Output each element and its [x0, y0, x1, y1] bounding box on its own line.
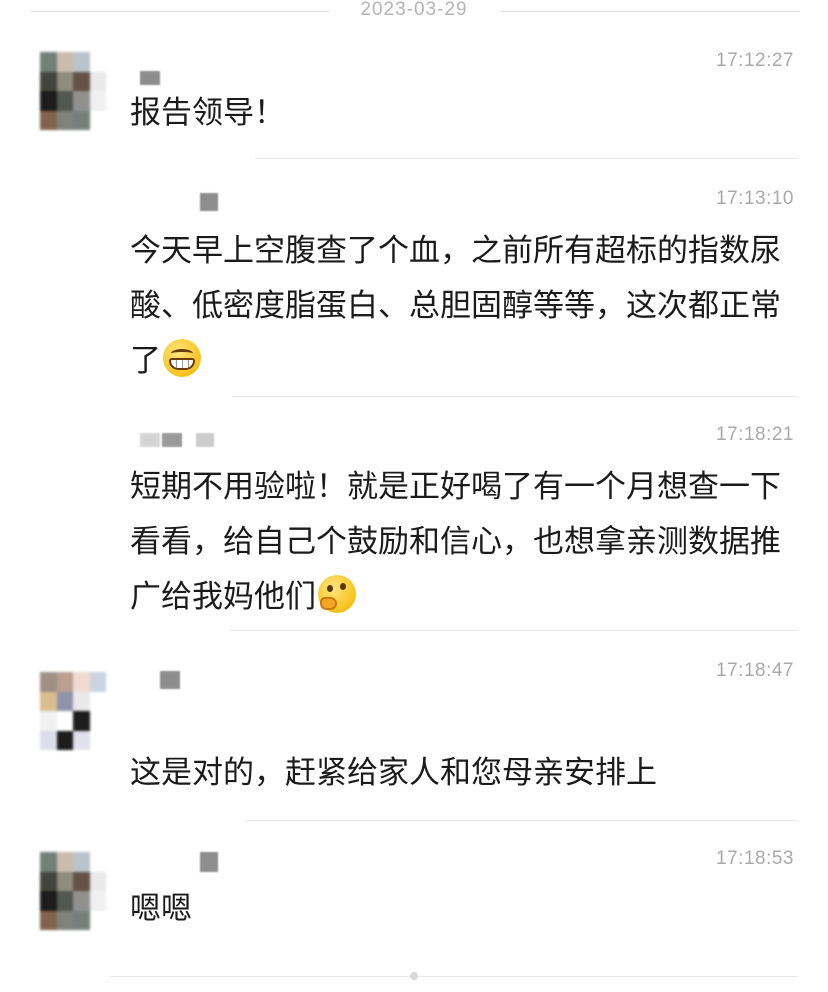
message-time: 17:18:53 — [716, 848, 794, 869]
message-divider — [245, 820, 798, 821]
message-text: 报告领导！ — [130, 95, 285, 131]
message-divider — [255, 158, 798, 159]
message-text-body: 今天早上空腹查了个血，之前所有超标的指数尿酸、低密度脂蛋白、总胆固醇等等，这次都… — [130, 233, 781, 379]
message-divider — [232, 396, 798, 397]
message-text-body: 短期不用验啦！就是正好喝了有一个月想查一下看看，给自己个鼓励和信心，也想拿亲测数… — [130, 469, 781, 615]
avatar[interactable] — [40, 852, 106, 930]
message-time: 17:18:21 — [716, 424, 794, 445]
thinking-face-emoji — [318, 575, 356, 613]
message-divider — [230, 630, 798, 631]
message-time: 17:13:10 — [716, 188, 794, 209]
avatar[interactable] — [40, 672, 106, 750]
grinning-face-emoji — [163, 339, 201, 377]
sender-name — [160, 671, 180, 689]
message-text: 今天早上空腹查了个血，之前所有超标的指数尿酸、低密度脂蛋白、总胆固醇等等，这次都… — [130, 224, 790, 389]
message-time: 17:12:27 — [716, 50, 794, 71]
avatar[interactable] — [40, 52, 106, 130]
message-text: 短期不用验啦！就是正好喝了有一个月想查一下看看，给自己个鼓励和信心，也想拿亲测数… — [130, 460, 790, 625]
message-divider — [110, 976, 798, 977]
message-text: 嗯嗯 — [130, 891, 192, 927]
date-divider: 2023-03-29 — [0, 0, 828, 22]
date-label: 2023-03-29 — [360, 0, 468, 20]
message-text: 这是对的，赶紧给家人和您母亲安排上 — [130, 755, 657, 791]
sender-name — [200, 852, 218, 872]
sender-name — [140, 70, 160, 86]
sender-name — [140, 432, 214, 448]
scroll-indicator — [410, 972, 418, 980]
message-time: 17:18:47 — [716, 660, 794, 681]
sender-name — [200, 193, 218, 211]
